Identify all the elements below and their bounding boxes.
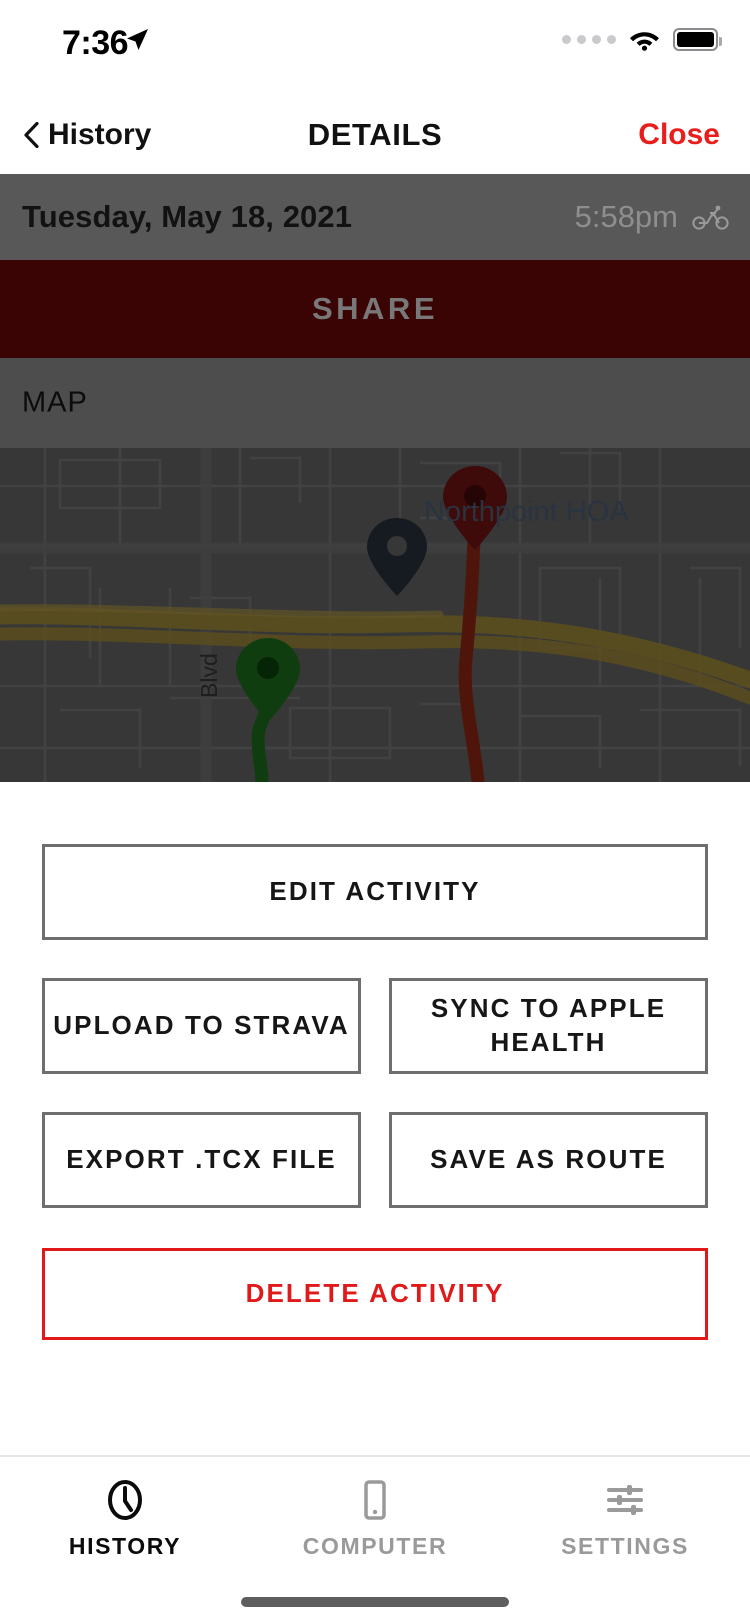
action-row-2: EXPORT .TCX FILE SAVE AS ROUTE xyxy=(42,1112,708,1208)
activity-date-header: Tuesday, May 18, 2021 5:58pm xyxy=(0,174,750,260)
map-section-header: MAP xyxy=(0,358,750,448)
status-bar-indicators xyxy=(562,28,722,51)
map-canvas xyxy=(0,448,750,782)
clock-icon xyxy=(108,1480,142,1520)
sliders-icon xyxy=(607,1485,643,1515)
phone-icon xyxy=(364,1480,386,1520)
location-arrow-icon xyxy=(127,29,148,50)
map-street-label: Blvd xyxy=(196,653,222,698)
sync-to-apple-health-button[interactable]: SYNC TO APPLE HEALTH xyxy=(389,978,708,1074)
edit-activity-button[interactable]: EDIT ACTIVITY xyxy=(42,844,708,940)
wifi-icon xyxy=(630,32,659,51)
back-button-label: History xyxy=(48,118,152,151)
battery-full-icon xyxy=(673,28,722,51)
share-button[interactable]: SHARE xyxy=(0,260,750,358)
dimmed-activity-section: Tuesday, May 18, 2021 5:58pm SHARE MAP N… xyxy=(0,174,750,782)
map-poi-label: Northpoint HOA xyxy=(424,496,629,528)
tab-history[interactable]: HISTORY xyxy=(0,1457,250,1623)
back-button[interactable]: History xyxy=(24,118,151,152)
tab-history-label: HISTORY xyxy=(68,1533,182,1559)
save-as-route-button[interactable]: SAVE AS ROUTE xyxy=(389,1112,708,1208)
activity-meta: 5:58pm xyxy=(575,199,730,235)
tab-settings[interactable]: SETTINGS xyxy=(500,1457,750,1623)
upload-to-strava-button[interactable]: UPLOAD TO STRAVA xyxy=(42,978,361,1074)
page-title: DETAILS xyxy=(307,117,443,152)
delete-activity-button[interactable]: DELETE ACTIVITY xyxy=(42,1248,708,1340)
tab-settings-label: SETTINGS xyxy=(561,1533,689,1559)
chevron-left-icon xyxy=(24,122,39,148)
activity-date: Tuesday, May 18, 2021 xyxy=(22,199,353,234)
bicycle-icon xyxy=(692,205,729,230)
close-button[interactable]: Close xyxy=(638,118,720,152)
cellular-dots-icon xyxy=(562,35,616,44)
map-section-label: MAP xyxy=(22,386,88,419)
tab-bar: HISTORY COMPUTER SETTINGS xyxy=(0,1455,750,1623)
action-buttons-section: EDIT ACTIVITY UPLOAD TO STRAVA SYNC TO A… xyxy=(0,844,750,1340)
activity-time: 5:58pm xyxy=(574,199,678,234)
status-bar-time: 7:36 xyxy=(62,24,129,62)
status-bar: 7:36 xyxy=(0,0,750,96)
map-view[interactable]: Northpoint HOA Blvd xyxy=(0,448,750,782)
navigation-bar: History DETAILS Close xyxy=(0,96,750,174)
home-indicator[interactable] xyxy=(241,1597,509,1607)
tab-computer-label: COMPUTER xyxy=(302,1533,448,1559)
share-button-label: SHARE xyxy=(311,291,438,326)
action-row-1: UPLOAD TO STRAVA SYNC TO APPLE HEALTH xyxy=(42,978,708,1074)
export-tcx-file-button[interactable]: EXPORT .TCX FILE xyxy=(42,1112,361,1208)
